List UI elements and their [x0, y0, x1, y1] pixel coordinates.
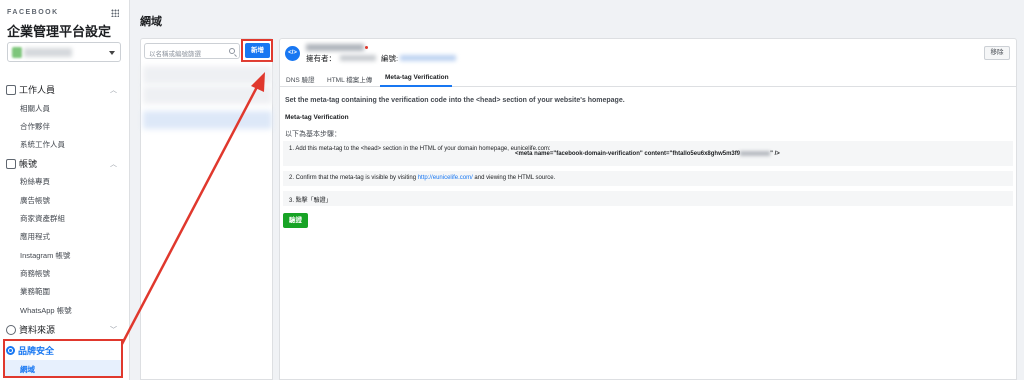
- annotation-arrow: [120, 72, 265, 345]
